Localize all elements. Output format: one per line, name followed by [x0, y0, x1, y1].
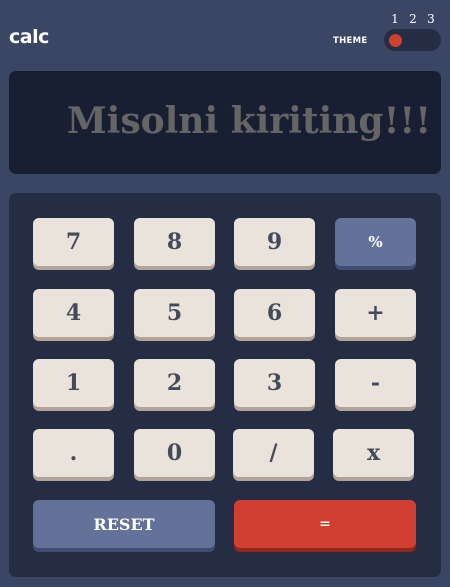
display-screen: Misolni kiriting!!! [9, 71, 441, 174]
key-3[interactable]: 3 [234, 359, 315, 407]
theme-label: THEME [333, 36, 368, 46]
key-8[interactable]: 8 [134, 218, 215, 266]
key-percent[interactable]: % [335, 218, 416, 266]
key-decimal[interactable]: . [33, 429, 114, 477]
theme-number-3: 3 [427, 12, 435, 26]
key-5[interactable]: 5 [134, 289, 215, 337]
key-7[interactable]: 7 [33, 218, 114, 266]
reset-button[interactable]: RESET [33, 500, 215, 548]
keypad: 7 8 9 % 4 5 6 + 1 2 3 - . 0 / x RESET = [9, 193, 441, 577]
display-value: Misolni kiriting!!! [66, 100, 431, 142]
key-6[interactable]: 6 [234, 289, 315, 337]
key-2[interactable]: 2 [134, 359, 215, 407]
theme-toggle[interactable] [384, 29, 441, 51]
key-multiply[interactable]: x [333, 429, 414, 477]
app-logo: calc [9, 26, 49, 48]
theme-toggle-knob[interactable] [389, 34, 402, 47]
key-4[interactable]: 4 [33, 289, 114, 337]
key-minus[interactable]: - [335, 359, 416, 407]
key-1[interactable]: 1 [33, 359, 114, 407]
equals-button[interactable]: = [234, 500, 416, 548]
key-9[interactable]: 9 [234, 218, 315, 266]
header: calc THEME 1 2 3 [0, 0, 450, 60]
key-0[interactable]: 0 [134, 429, 215, 477]
theme-number-2: 2 [409, 12, 417, 26]
key-plus[interactable]: + [335, 289, 416, 337]
theme-number-1: 1 [391, 12, 399, 26]
key-divide[interactable]: / [233, 429, 314, 477]
